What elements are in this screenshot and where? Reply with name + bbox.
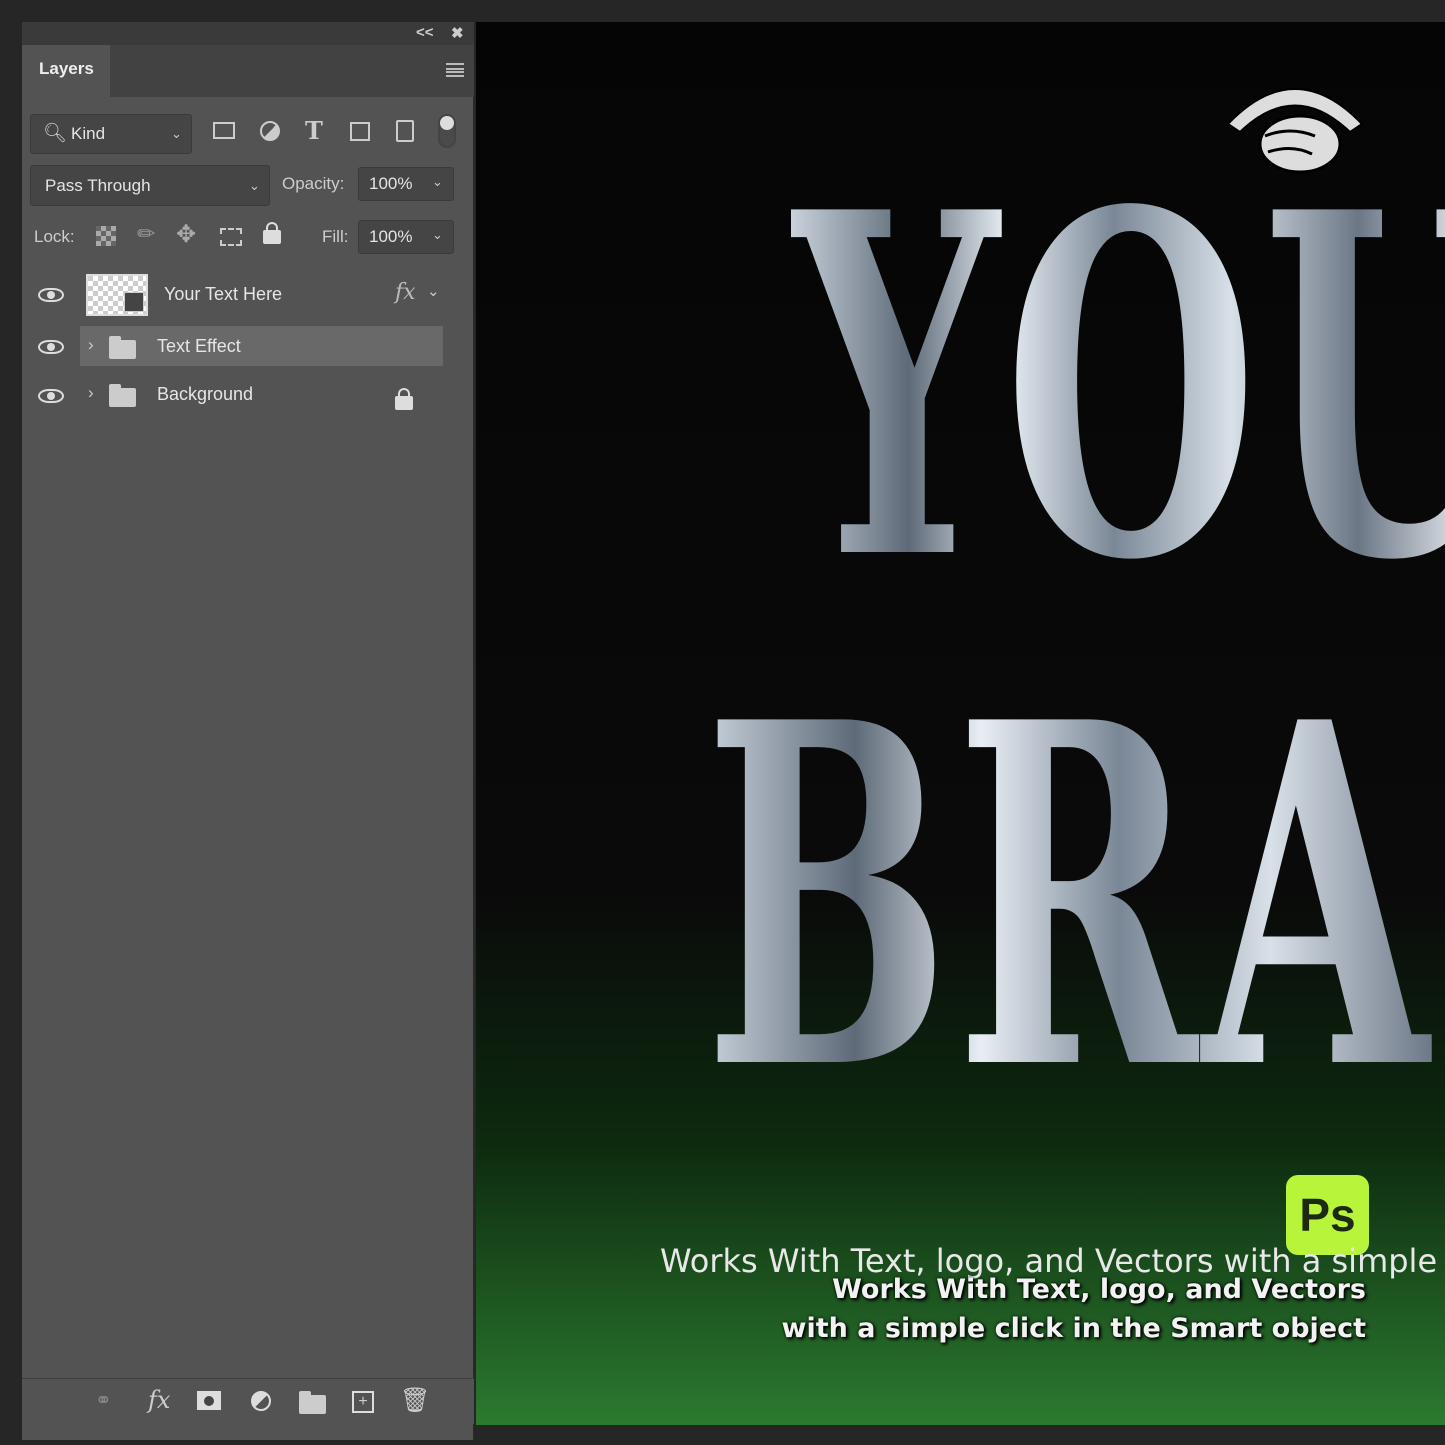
tab-bar: Layers	[22, 45, 474, 97]
layer-name: Text Effect	[157, 336, 241, 356]
adjustment-filter-icon[interactable]	[260, 121, 280, 141]
lock-icon	[395, 388, 413, 410]
layers-bottom-toolbar: ⚭ fx + 🗑︎	[22, 1378, 474, 1424]
folder-icon	[109, 384, 136, 407]
opacity-label: Opacity:	[282, 174, 345, 193]
fill-value: 100%	[369, 227, 413, 246]
fill-label: Fill:	[322, 227, 349, 246]
trash-icon[interactable]: 🗑︎	[400, 1389, 430, 1413]
chevron-down-icon: ⌄	[171, 126, 182, 141]
layer-row-background[interactable]: › Background	[22, 372, 443, 416]
eye-icon[interactable]	[38, 288, 64, 302]
layer-row-text-effect[interactable]: › Text Effect	[22, 326, 443, 366]
chevron-right-icon[interactable]: ›	[88, 383, 94, 403]
folder-icon	[109, 336, 136, 359]
shape-filter-icon[interactable]	[350, 122, 370, 141]
tab-layers[interactable]: Layers	[22, 45, 110, 97]
caption-bold-line-1: Works With Text, logo, and Vectors	[832, 1274, 1366, 1305]
layers-panel: << ✖ Layers 🔍︎ Kind ⌄ T Pass Through ⌄ O…	[22, 22, 474, 1440]
opacity-value: 100%	[369, 174, 413, 193]
new-layer-icon[interactable]: +	[352, 1391, 374, 1413]
layer-name: Background	[157, 384, 254, 404]
smart-object-thumbnail	[86, 274, 148, 316]
headline-line-1: YOUR	[791, 152, 1445, 622]
eye-icon[interactable]	[38, 340, 64, 354]
chevron-down-icon[interactable]: ⌄	[432, 227, 443, 243]
chevron-right-icon[interactable]: ›	[88, 335, 94, 355]
document-canvas[interactable]: YOUR BRAND Ps Works With Text, logo, and…	[476, 22, 1445, 1425]
lock-paint-brush-icon[interactable]: ✏	[137, 223, 155, 245]
filter-kind-label: Kind	[71, 124, 106, 143]
type-filter-icon[interactable]: T	[305, 119, 323, 143]
adjustment-icon[interactable]	[251, 1391, 271, 1411]
lock-label: Lock:	[34, 227, 75, 246]
search-icon: 🔍︎	[43, 123, 68, 144]
fx-icon[interactable]: fx	[395, 280, 416, 305]
lock-all-icon[interactable]	[263, 222, 281, 244]
chevron-down-icon[interactable]: ⌄	[427, 282, 443, 300]
panel-menu-icon[interactable]	[446, 63, 464, 77]
fx-icon[interactable]: fx	[148, 1388, 170, 1412]
smart-object-filter-icon[interactable]	[396, 120, 414, 142]
eye-icon[interactable]	[38, 389, 64, 403]
link-icon[interactable]: ⚭	[95, 1391, 112, 1411]
panel-titlebar: << ✖	[22, 22, 474, 45]
close-button[interactable]: ✖	[451, 24, 464, 42]
lock-move-icon[interactable]: ✥	[176, 223, 196, 247]
headline-line-2: BRAND	[704, 662, 1445, 1132]
lock-transparent-icon[interactable]	[96, 226, 116, 246]
fill-input[interactable]: 100% ⌄	[358, 220, 454, 254]
collapse-button[interactable]: <<	[416, 24, 434, 41]
layer-row-your-text-here[interactable]: Your Text Here fx ⌄	[22, 268, 443, 322]
opacity-input[interactable]: 100% ⌄	[358, 167, 454, 201]
blend-mode-value: Pass Through	[45, 176, 151, 195]
blend-mode-select[interactable]: Pass Through ⌄	[30, 165, 270, 206]
handsign-logo	[1226, 88, 1364, 174]
chevron-down-icon: ⌄	[249, 178, 260, 193]
folder-icon[interactable]	[299, 1391, 326, 1414]
lock-artboard-icon[interactable]	[220, 228, 242, 246]
layer-name: Your Text Here	[164, 284, 283, 304]
chevron-down-icon[interactable]: ⌄	[432, 174, 443, 190]
caption-bold-line-2: with a simple click in the Smart object	[781, 1313, 1366, 1344]
filter-kind-select[interactable]: 🔍︎ Kind ⌄	[30, 114, 192, 154]
image-filter-icon[interactable]	[213, 122, 235, 139]
filter-toggle[interactable]	[438, 114, 456, 148]
mask-icon[interactable]	[197, 1391, 221, 1410]
